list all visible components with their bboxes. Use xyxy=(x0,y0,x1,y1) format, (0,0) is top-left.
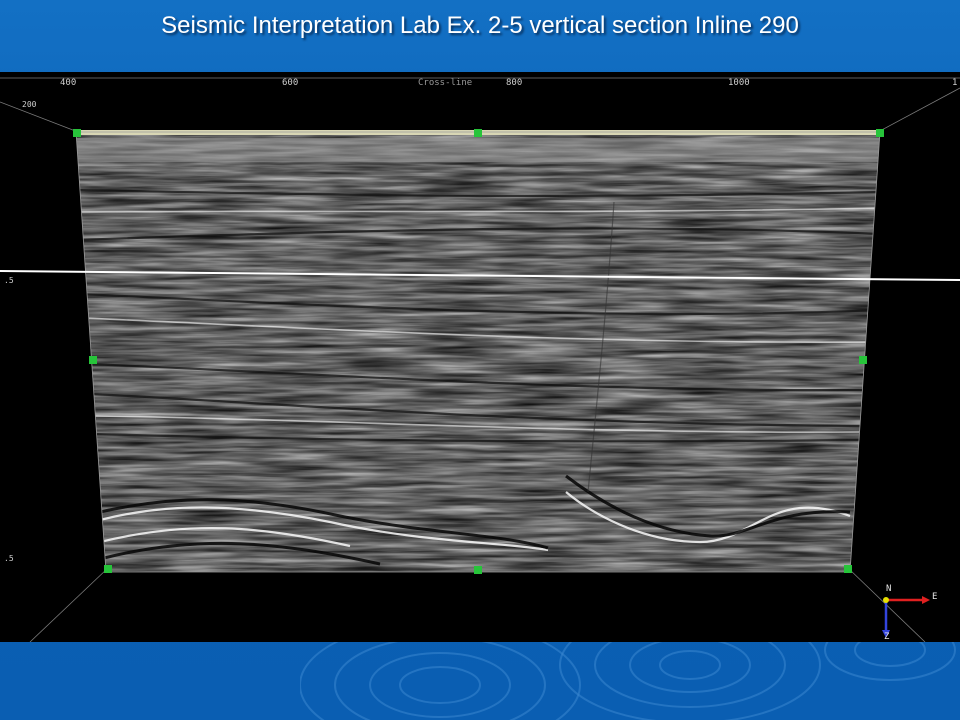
orientation-compass: N E Z xyxy=(874,584,944,642)
handle-middle-right[interactable] xyxy=(859,356,867,364)
compass-down-label: Z xyxy=(884,632,890,642)
handle-top-center[interactable] xyxy=(474,129,482,137)
seismic-section-image xyxy=(76,132,880,572)
handle-bottom-left[interactable] xyxy=(104,565,112,573)
handle-bottom-center[interactable] xyxy=(474,566,482,574)
slide-title: Seismic Interpretation Lab Ex. 2-5 verti… xyxy=(161,12,799,39)
seismic-3d-viewer[interactable]: 400 600 Cross-line 800 1000 1 200 .5 .5 xyxy=(0,72,960,642)
handle-middle-left[interactable] xyxy=(89,356,97,364)
handle-top-right[interactable] xyxy=(876,129,884,137)
compass-north-label: N xyxy=(886,584,892,594)
handle-bottom-right[interactable] xyxy=(844,565,852,573)
handle-top-left[interactable] xyxy=(73,129,81,137)
compass-east-label: E xyxy=(932,592,938,602)
seismic-scene xyxy=(0,77,960,642)
